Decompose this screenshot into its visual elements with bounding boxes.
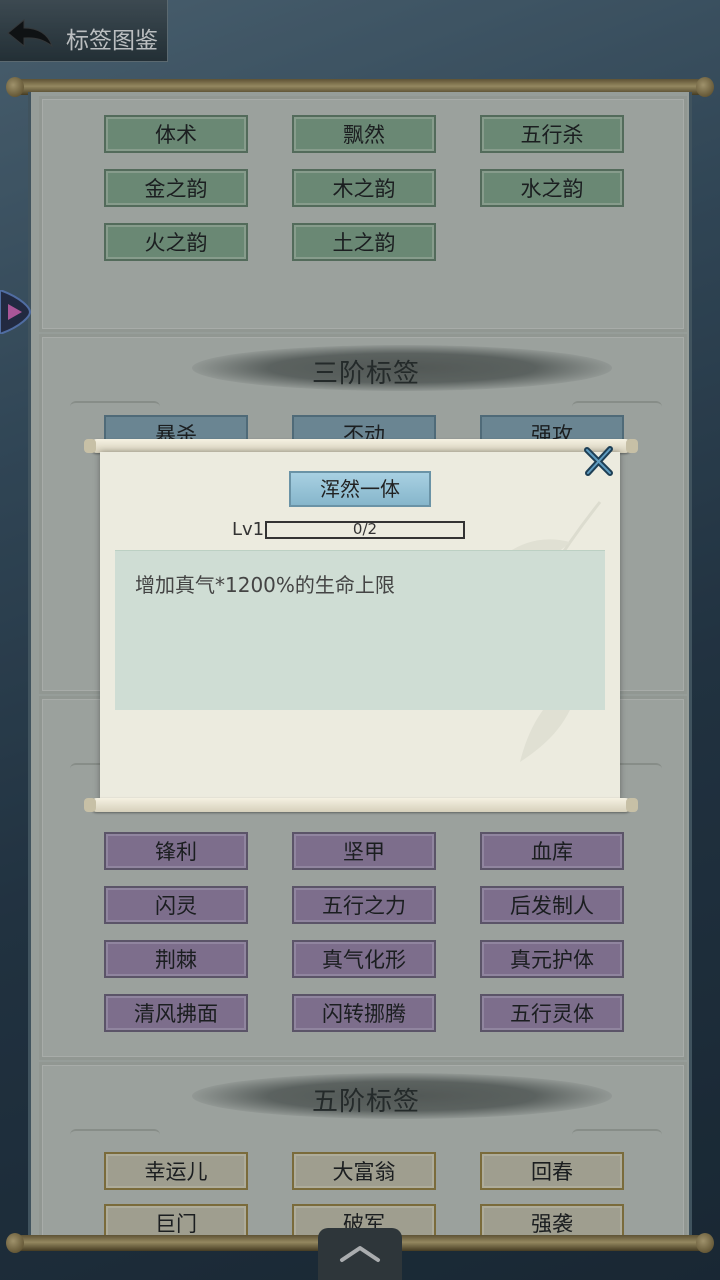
progress-text: 0/2 [352,520,378,538]
close-button[interactable] [582,444,616,478]
modal-top-rod [84,439,638,453]
level-label: Lv1 [232,519,265,540]
modal-bottom-rod [84,798,638,812]
description-text: 增加真气*1200%的生命上限 [135,573,395,597]
close-icon [584,446,613,476]
tag-detail-modal: 浑然一体 Lv1 0/2 增加真气*1200%的生命上限 [100,452,620,800]
description-box: 增加真气*1200%的生命上限 [115,550,605,710]
tag-name-label: 浑然一体 [289,471,431,507]
level-progress-bar: 0/2 [265,520,465,539]
